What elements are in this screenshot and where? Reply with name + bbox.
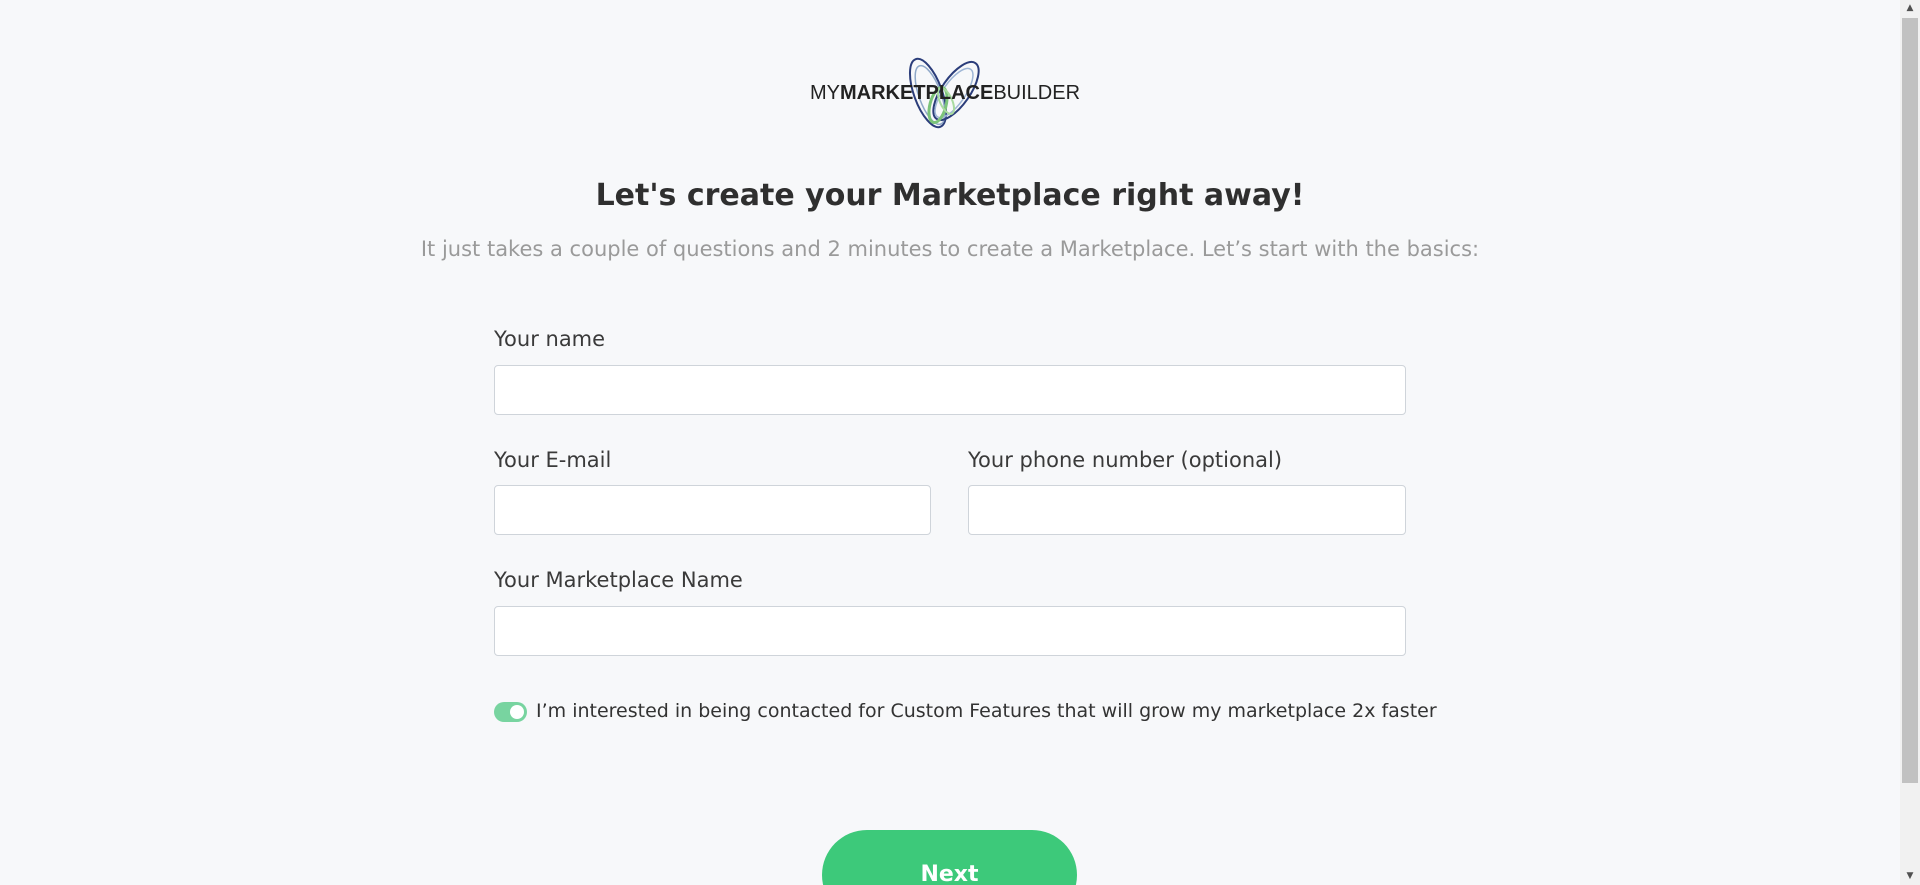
logo-part-marketplace: MARKETPLACE [840,82,994,104]
scroll-up-icon[interactable]: ▲ [1900,0,1920,17]
marketplace-name-input[interactable] [494,606,1406,656]
name-input[interactable] [494,365,1406,415]
logo-part-builder: BUILDER [993,82,1081,104]
email-label: Your E-mail [494,448,612,472]
name-label: Your name [494,327,606,351]
email-input[interactable] [494,485,931,535]
contact-toggle-label[interactable]: I’m interested in being contacted for Cu… [536,700,1437,722]
scroll-down-icon[interactable]: ▼ [1900,868,1920,885]
contact-toggle[interactable] [494,702,527,722]
phone-label: Your phone number (optional) [968,448,1283,472]
scrollbar-thumb[interactable] [1902,18,1918,783]
phone-input[interactable] [968,485,1406,535]
toggle-knob [510,705,524,719]
brand-logo[interactable]: MYMARKETPLACEBUILDER [810,55,1090,135]
page-subtitle: It just takes a couple of questions and … [420,237,1480,261]
vertical-scrollbar[interactable]: ▲ ▼ [1900,0,1920,885]
signup-page: MYMARKETPLACEBUILDER Let's create your M… [0,0,1900,885]
logo-part-my: MY [810,82,840,104]
marketplace-name-label: Your Marketplace Name [494,568,743,592]
next-button[interactable]: Next [822,830,1077,885]
brand-wordmark: MYMARKETPLACEBUILDER [810,82,1080,105]
page-title: Let's create your Marketplace right away… [595,178,1305,213]
